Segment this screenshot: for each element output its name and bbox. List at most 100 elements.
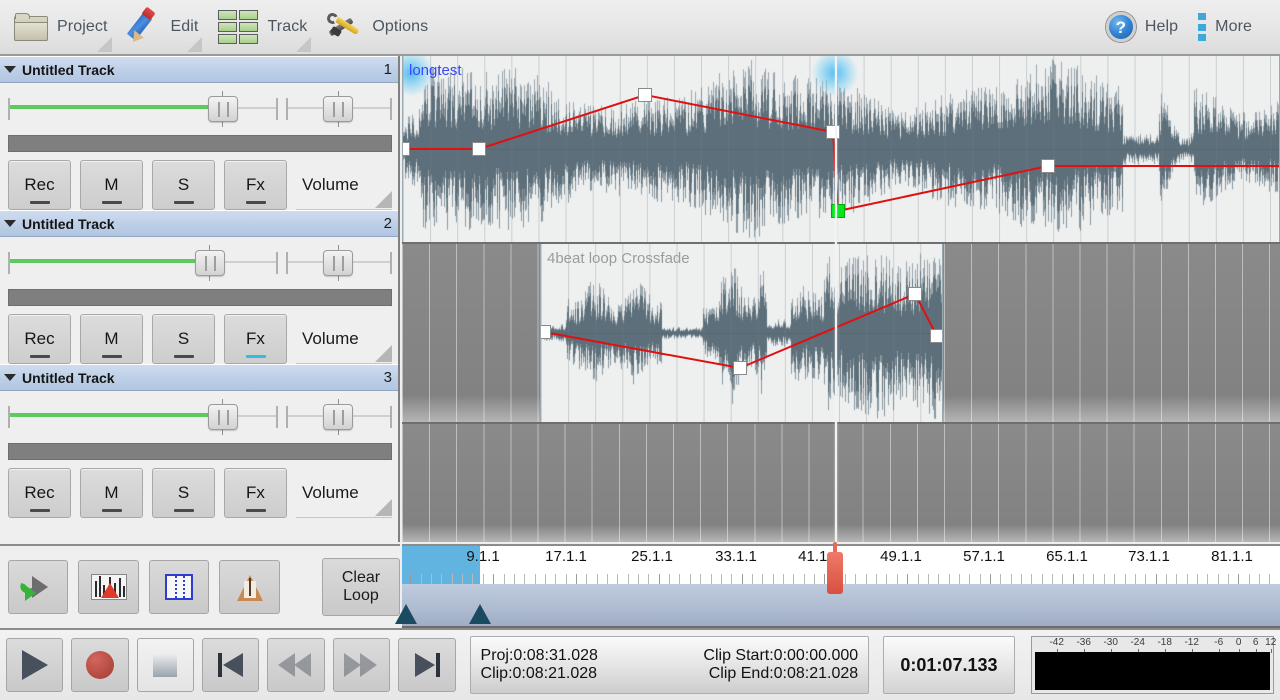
record-button[interactable] xyxy=(71,638,128,692)
volume-slider-knob-2[interactable] xyxy=(195,250,225,276)
mute-button-3[interactable]: M xyxy=(80,468,143,518)
envelope-point[interactable] xyxy=(472,142,486,156)
menu-item-options[interactable]: Options xyxy=(313,0,434,55)
solo-button-1[interactable]: S xyxy=(152,160,215,210)
track-lane-2[interactable]: 4beat loop Crossfade xyxy=(402,244,1280,422)
automation-button[interactable] xyxy=(78,560,138,614)
automation-dropdown-corner-3[interactable] xyxy=(375,499,392,516)
fast-forward-button[interactable] xyxy=(333,638,390,692)
ruler-label: 33.1.1 xyxy=(715,548,757,565)
help-icon: ? xyxy=(1106,12,1136,42)
clear-loop-button[interactable]: Clear Loop xyxy=(322,558,400,616)
track-title-1: Untitled Track xyxy=(22,62,115,78)
ruler-tick xyxy=(711,574,712,584)
record-arm-button-2[interactable]: Rec xyxy=(8,314,71,364)
automation-dropdown-corner-2[interactable] xyxy=(375,345,392,362)
ruler-tick xyxy=(897,574,898,584)
automation-select-2[interactable]: Volume xyxy=(296,314,392,364)
automation-dropdown-corner-1[interactable] xyxy=(375,191,392,208)
track-header-2[interactable]: Untitled Track 2 xyxy=(0,210,400,237)
menu-item-project[interactable]: Project xyxy=(0,0,114,55)
loop-toggle-button[interactable] xyxy=(8,560,68,614)
meter-scale-label: -42 xyxy=(1049,637,1063,648)
timeline-ruler[interactable]: 9.1.117.1.125.1.133.1.141.1.149.1.157.1.… xyxy=(402,544,1280,628)
solo-button-2[interactable]: S xyxy=(152,314,215,364)
mute-button-2[interactable]: M xyxy=(80,314,143,364)
envelope-point[interactable] xyxy=(540,325,551,339)
ruler-tick xyxy=(1000,574,1001,584)
snap-grid-button[interactable] xyxy=(149,560,209,614)
stop-button[interactable] xyxy=(137,638,194,692)
collapse-chevron-icon-3[interactable] xyxy=(4,374,16,381)
ruler-tick xyxy=(1145,574,1146,584)
menu-item-more[interactable]: More xyxy=(1188,0,1262,55)
playhead-time-display[interactable]: 0:01:07.133 xyxy=(883,636,1015,694)
pan-slider-knob-1[interactable] xyxy=(323,96,353,122)
metronome-button[interactable] xyxy=(219,560,279,614)
skip-end-button[interactable] xyxy=(398,638,455,692)
clear-loop-line1: Clear xyxy=(342,569,380,587)
track-grid-icon xyxy=(218,10,258,44)
ruler-label: 9.1.1 xyxy=(466,548,499,565)
envelope-point[interactable] xyxy=(1041,159,1055,173)
volume-slider-fill-1 xyxy=(8,105,214,109)
play-button[interactable] xyxy=(6,638,63,692)
volume-slider-min-3 xyxy=(8,406,10,428)
ruler-tick xyxy=(1187,574,1188,584)
solo-label-3: S xyxy=(178,483,189,503)
fx-button-1[interactable]: Fx xyxy=(224,160,287,210)
record-arm-button-1[interactable]: Rec xyxy=(8,160,71,210)
meter-display xyxy=(1035,652,1270,690)
mute-button-1[interactable]: M xyxy=(80,160,143,210)
pan-slider-knob-3[interactable] xyxy=(323,404,353,430)
record-arm-button-3[interactable]: Rec xyxy=(8,468,71,518)
menu-expand-corner-project[interactable] xyxy=(97,37,112,52)
track-lane-3[interactable] xyxy=(402,424,1280,542)
volume-slider-knob-1[interactable] xyxy=(208,96,238,122)
ruler-tick xyxy=(431,574,432,584)
envelope-point[interactable] xyxy=(402,142,410,156)
rewind-button[interactable] xyxy=(267,638,324,692)
ruler-tick xyxy=(731,574,732,584)
track-header-1[interactable]: Untitled Track 1 xyxy=(0,56,400,83)
project-time-label: Proj:0:08:31.028 xyxy=(481,647,670,665)
audio-clip-4beat-loop-crossfade[interactable]: 4beat loop Crossfade xyxy=(540,244,943,422)
envelope-point[interactable] xyxy=(908,287,922,301)
envelope-point[interactable] xyxy=(930,329,943,343)
loop-start-marker[interactable] xyxy=(395,604,417,624)
automation-select-3[interactable]: Volume xyxy=(296,468,392,518)
loop-toggle-icon xyxy=(18,573,58,601)
fx-button-3[interactable]: Fx xyxy=(224,468,287,518)
automation-select-1[interactable]: Volume xyxy=(296,160,392,210)
envelope-point[interactable] xyxy=(733,361,747,375)
track-number-1: 1 xyxy=(384,61,392,78)
menu-item-edit[interactable]: Edit xyxy=(114,0,205,55)
track-lane-1[interactable]: longtest xyxy=(402,56,1280,242)
skip-next-icon xyxy=(413,651,441,679)
audio-clip-longtest[interactable]: longtest xyxy=(402,56,1280,242)
envelope-point[interactable] xyxy=(638,88,652,102)
collapse-chevron-icon-2[interactable] xyxy=(4,220,16,227)
envelope-point[interactable] xyxy=(831,204,845,218)
menu-item-track[interactable]: Track xyxy=(204,0,313,55)
skip-start-button[interactable] xyxy=(202,638,259,692)
pan-slider-knob-2[interactable] xyxy=(323,250,353,276)
envelope-point[interactable] xyxy=(826,125,840,139)
menu-expand-corner-edit[interactable] xyxy=(187,37,202,52)
ruler-tick xyxy=(969,574,970,584)
solo-button-3[interactable]: S xyxy=(152,468,215,518)
menu-expand-corner-track[interactable] xyxy=(296,37,311,52)
fx-label-1: Fx xyxy=(246,175,265,195)
ruler-tick xyxy=(1125,574,1126,584)
arrange-canvas[interactable]: longtest 4beat loop Crossfade xyxy=(402,56,1280,542)
track-title-2: Untitled Track xyxy=(22,216,115,232)
track-header-3[interactable]: Untitled Track 3 xyxy=(0,364,400,391)
collapse-chevron-icon-1[interactable] xyxy=(4,66,16,73)
play-icon xyxy=(22,650,48,680)
volume-slider-knob-3[interactable] xyxy=(208,404,238,430)
automation-icon xyxy=(91,574,127,600)
loop-end-marker[interactable] xyxy=(469,604,491,624)
menu-label-project: Project xyxy=(48,18,108,36)
menu-item-help[interactable]: ? Help xyxy=(1096,0,1188,55)
fx-button-2[interactable]: Fx xyxy=(224,314,287,364)
